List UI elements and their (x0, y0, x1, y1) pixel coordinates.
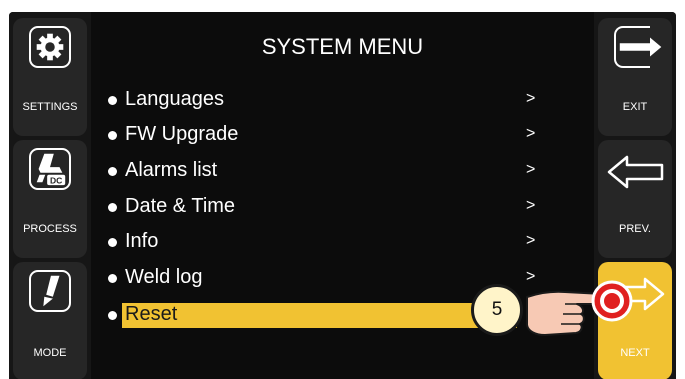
exit-button[interactable]: EXIT (598, 18, 672, 136)
pointing-hand-icon (526, 280, 633, 336)
menu-item-date-time[interactable]: Date & Time > (103, 192, 583, 222)
torch-dc-icon: DC (29, 148, 71, 190)
bullet (108, 167, 117, 176)
process-button[interactable]: DC PROCESS (13, 140, 87, 258)
menu-item-label: Alarms list (125, 159, 218, 181)
bullet (108, 238, 117, 247)
torch-mode-icon (29, 270, 71, 312)
chevron-right-icon: > (526, 232, 536, 249)
menu-item-languages[interactable]: Languages > (103, 85, 583, 115)
prev-button[interactable]: PREV. (598, 140, 672, 258)
bullet (108, 131, 117, 140)
settings-label: SETTINGS (22, 101, 78, 113)
chevron-right-icon: > (526, 161, 536, 178)
selection-highlight (122, 303, 517, 328)
next-label: NEXT (620, 347, 650, 359)
menu-item-label: Info (125, 230, 159, 252)
mode-button[interactable]: MODE (13, 262, 87, 379)
bullet (108, 96, 117, 105)
arrow-left-icon (607, 155, 664, 189)
mode-label: MODE (33, 347, 67, 359)
menu-item-alarms-list[interactable]: Alarms list > (103, 156, 583, 186)
settings-button[interactable]: SETTINGS (13, 18, 87, 136)
dc-badge-text: DC (50, 175, 62, 185)
chevron-right-icon: > (526, 125, 536, 142)
menu-item-label: Weld log (125, 266, 203, 288)
menu-item-label: Reset (125, 303, 178, 325)
process-label: PROCESS (23, 223, 77, 235)
exit-label: EXIT (622, 101, 648, 113)
bullet (108, 274, 117, 283)
chevron-right-icon: > (526, 90, 536, 107)
chevron-right-icon: > (526, 197, 536, 214)
bullet (108, 311, 117, 320)
menu-item-label: FW Upgrade (125, 123, 239, 145)
menu-item-label: Languages (125, 88, 224, 110)
bullet (108, 203, 117, 212)
menu-item-label: Date & Time (125, 195, 236, 217)
exit-arrow-icon (614, 26, 662, 68)
menu-item-info[interactable]: Info > (103, 227, 583, 257)
left-button-column: SETTINGS DC PROCESS MODE (9, 12, 91, 379)
gear-icon (29, 26, 71, 68)
menu-item-fw-upgrade[interactable]: FW Upgrade > (103, 120, 583, 150)
step-callout-badge: 5 (471, 284, 523, 336)
page-title: SYSTEM MENU (261, 34, 424, 59)
prev-label: PREV. (618, 223, 651, 235)
